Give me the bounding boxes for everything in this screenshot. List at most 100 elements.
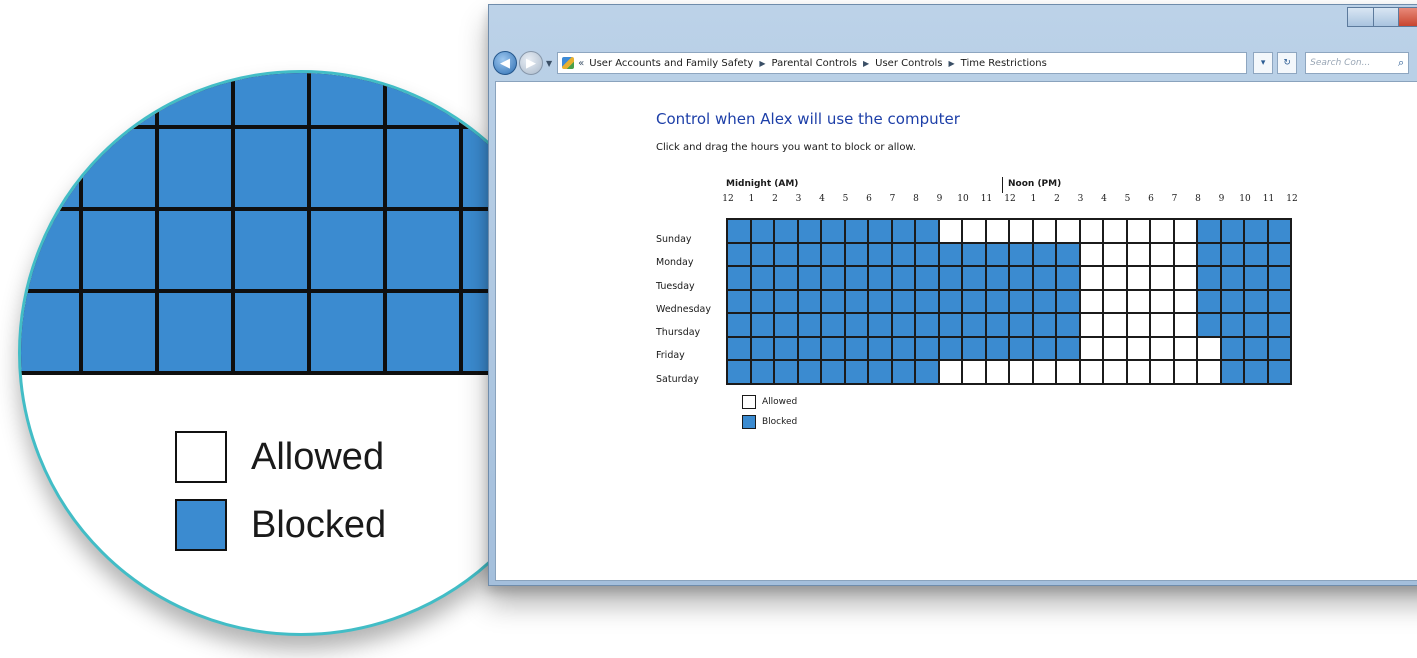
- blocked-hour-cell[interactable]: [775, 267, 797, 289]
- minimize-button[interactable]: [1347, 7, 1373, 27]
- forward-button[interactable]: ▶: [519, 51, 543, 75]
- allowed-hour-cell[interactable]: [1080, 314, 1102, 336]
- blocked-hour-cell[interactable]: [1010, 290, 1032, 312]
- breadcrumb-chevron-icon[interactable]: ▶: [948, 59, 954, 68]
- allowed-hour-cell[interactable]: [1010, 220, 1032, 242]
- allowed-hour-cell[interactable]: [1127, 267, 1149, 289]
- blocked-hour-cell[interactable]: [1033, 337, 1055, 359]
- breadcrumb-item[interactable]: User Accounts and Family Safety: [589, 58, 753, 69]
- blocked-hour-cell[interactable]: [986, 290, 1008, 312]
- allowed-hour-cell[interactable]: [963, 220, 985, 242]
- blocked-hour-cell[interactable]: [939, 267, 961, 289]
- blocked-hour-cell[interactable]: [1033, 314, 1055, 336]
- blocked-hour-cell[interactable]: [1245, 314, 1267, 336]
- blocked-hour-cell[interactable]: [751, 243, 773, 265]
- blocked-hour-cell[interactable]: [1033, 243, 1055, 265]
- allowed-hour-cell[interactable]: [1080, 290, 1102, 312]
- blocked-hour-cell[interactable]: [963, 267, 985, 289]
- blocked-hour-cell[interactable]: [728, 361, 750, 383]
- allowed-hour-cell[interactable]: [1080, 220, 1102, 242]
- blocked-hour-cell[interactable]: [1268, 243, 1290, 265]
- blocked-hour-cell[interactable]: [1221, 220, 1243, 242]
- back-button[interactable]: ◀: [493, 51, 517, 75]
- blocked-hour-cell[interactable]: [1245, 220, 1267, 242]
- address-bar[interactable]: « User Accounts and Family Safety ▶ Pare…: [557, 52, 1248, 74]
- refresh-button[interactable]: ↻: [1277, 52, 1298, 74]
- allowed-hour-cell[interactable]: [1174, 314, 1196, 336]
- blocked-hour-cell[interactable]: [775, 243, 797, 265]
- blocked-hour-cell[interactable]: [728, 314, 750, 336]
- allowed-hour-cell[interactable]: [1174, 220, 1196, 242]
- allowed-hour-cell[interactable]: [1127, 243, 1149, 265]
- blocked-hour-cell[interactable]: [822, 337, 844, 359]
- blocked-hour-cell[interactable]: [1221, 243, 1243, 265]
- breadcrumb-item[interactable]: User Controls: [875, 58, 942, 69]
- blocked-hour-cell[interactable]: [1010, 243, 1032, 265]
- blocked-hour-cell[interactable]: [986, 337, 1008, 359]
- blocked-hour-cell[interactable]: [986, 267, 1008, 289]
- blocked-hour-cell[interactable]: [1268, 337, 1290, 359]
- allowed-hour-cell[interactable]: [1057, 361, 1079, 383]
- blocked-hour-cell[interactable]: [822, 220, 844, 242]
- blocked-hour-cell[interactable]: [1221, 314, 1243, 336]
- blocked-hour-cell[interactable]: [986, 314, 1008, 336]
- blocked-hour-cell[interactable]: [728, 290, 750, 312]
- allowed-hour-cell[interactable]: [1104, 290, 1126, 312]
- blocked-hour-cell[interactable]: [1268, 314, 1290, 336]
- maximize-button[interactable]: [1372, 7, 1399, 27]
- blocked-hour-cell[interactable]: [1221, 267, 1243, 289]
- allowed-hour-cell[interactable]: [1151, 314, 1173, 336]
- blocked-hour-cell[interactable]: [1221, 361, 1243, 383]
- blocked-hour-cell[interactable]: [916, 337, 938, 359]
- allowed-hour-cell[interactable]: [1174, 337, 1196, 359]
- blocked-hour-cell[interactable]: [1221, 337, 1243, 359]
- blocked-hour-cell[interactable]: [775, 361, 797, 383]
- breadcrumb-item[interactable]: Time Restrictions: [961, 58, 1047, 69]
- blocked-hour-cell[interactable]: [892, 267, 914, 289]
- blocked-hour-cell[interactable]: [1057, 314, 1079, 336]
- blocked-hour-cell[interactable]: [775, 314, 797, 336]
- blocked-hour-cell[interactable]: [986, 243, 1008, 265]
- blocked-hour-cell[interactable]: [1057, 243, 1079, 265]
- blocked-hour-cell[interactable]: [728, 243, 750, 265]
- blocked-hour-cell[interactable]: [892, 220, 914, 242]
- breadcrumb-overflow[interactable]: «: [578, 58, 584, 69]
- blocked-hour-cell[interactable]: [869, 290, 891, 312]
- blocked-hour-cell[interactable]: [939, 243, 961, 265]
- allowed-hour-cell[interactable]: [963, 361, 985, 383]
- allowed-hour-cell[interactable]: [1151, 220, 1173, 242]
- allowed-hour-cell[interactable]: [1174, 290, 1196, 312]
- allowed-hour-cell[interactable]: [1127, 337, 1149, 359]
- blocked-hour-cell[interactable]: [1198, 290, 1220, 312]
- blocked-hour-cell[interactable]: [1245, 243, 1267, 265]
- breadcrumb-chevron-icon[interactable]: ▶: [759, 59, 765, 68]
- allowed-hour-cell[interactable]: [1174, 361, 1196, 383]
- blocked-hour-cell[interactable]: [751, 337, 773, 359]
- blocked-hour-cell[interactable]: [869, 243, 891, 265]
- allowed-hour-cell[interactable]: [1080, 243, 1102, 265]
- blocked-hour-cell[interactable]: [775, 220, 797, 242]
- blocked-hour-cell[interactable]: [963, 337, 985, 359]
- blocked-hour-cell[interactable]: [1245, 267, 1267, 289]
- blocked-hour-cell[interactable]: [798, 361, 820, 383]
- blocked-hour-cell[interactable]: [1057, 337, 1079, 359]
- allowed-hour-cell[interactable]: [1151, 290, 1173, 312]
- blocked-hour-cell[interactable]: [869, 267, 891, 289]
- blocked-hour-cell[interactable]: [916, 361, 938, 383]
- blocked-hour-cell[interactable]: [751, 267, 773, 289]
- blocked-hour-cell[interactable]: [751, 314, 773, 336]
- allowed-hour-cell[interactable]: [1151, 337, 1173, 359]
- blocked-hour-cell[interactable]: [845, 337, 867, 359]
- blocked-hour-cell[interactable]: [775, 337, 797, 359]
- allowed-hour-cell[interactable]: [1151, 243, 1173, 265]
- blocked-hour-cell[interactable]: [798, 220, 820, 242]
- allowed-hour-cell[interactable]: [1151, 267, 1173, 289]
- blocked-hour-cell[interactable]: [1198, 243, 1220, 265]
- blocked-hour-cell[interactable]: [892, 314, 914, 336]
- blocked-hour-cell[interactable]: [1245, 337, 1267, 359]
- breadcrumb-chevron-icon[interactable]: ▶: [863, 59, 869, 68]
- blocked-hour-cell[interactable]: [892, 290, 914, 312]
- blocked-hour-cell[interactable]: [1033, 290, 1055, 312]
- blocked-hour-cell[interactable]: [1010, 267, 1032, 289]
- blocked-hour-cell[interactable]: [798, 314, 820, 336]
